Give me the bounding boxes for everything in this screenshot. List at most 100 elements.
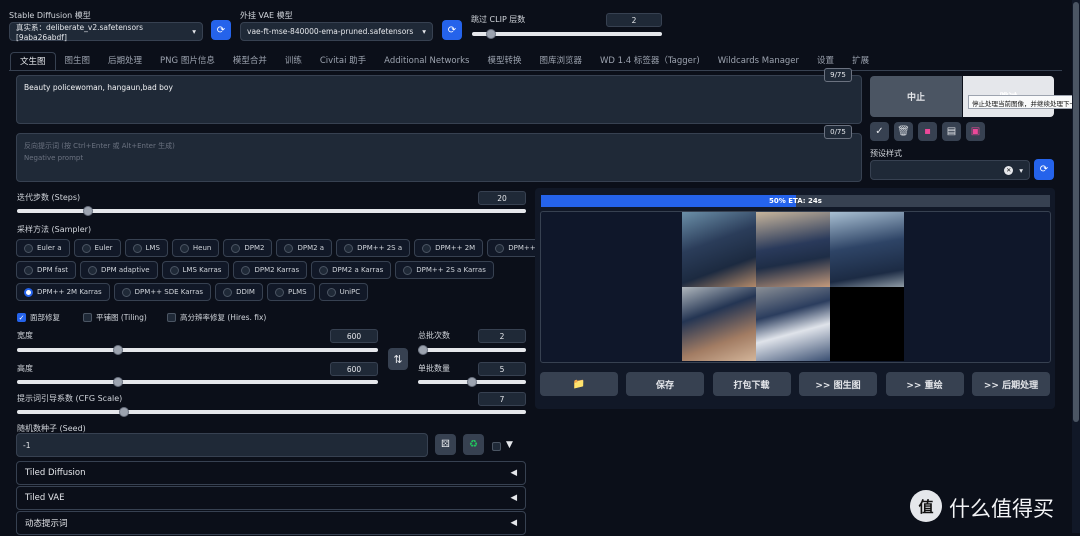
batch-count-input[interactable]: 2	[478, 329, 526, 343]
face-restore-checkbox[interactable]: ✓ 面部修复	[17, 312, 60, 323]
sampler-option[interactable]: Euler a	[16, 239, 70, 257]
sampler-option[interactable]: DPM++ SDE Karras	[113, 283, 212, 301]
output-button-4[interactable]: >> 后期处理	[972, 372, 1050, 396]
preview-grid[interactable]	[682, 212, 904, 361]
cfg-input[interactable]: 7	[478, 392, 526, 406]
slider-thumb[interactable]	[83, 206, 94, 216]
sampler-option[interactable]: DPM++ 2S a	[336, 239, 411, 257]
save-icon[interactable]: ▣	[966, 122, 985, 141]
batch-size-input[interactable]: 5	[478, 362, 526, 376]
tab-1[interactable]: 图生图	[56, 52, 100, 70]
generated-image[interactable]	[830, 212, 904, 287]
scrollbar[interactable]	[1072, 0, 1080, 533]
tab-6[interactable]: Civitai 助手	[311, 52, 375, 70]
trash-icon[interactable]: 🗑	[894, 122, 913, 141]
cfg-slider[interactable]	[17, 407, 526, 417]
width-input[interactable]: 600	[330, 329, 378, 343]
sampler-option[interactable]: Heun	[171, 239, 220, 257]
interrupt-button[interactable]: 中止	[870, 76, 962, 117]
generated-image[interactable]	[756, 212, 830, 287]
seed-input[interactable]: -1	[16, 433, 428, 457]
sampler-option[interactable]: DPM fast	[16, 261, 77, 279]
accordion-2[interactable]: 动态提示词 ◀	[16, 511, 526, 535]
output-button-1[interactable]: 打包下载	[712, 372, 791, 396]
tab-0[interactable]: 文生图	[10, 52, 56, 70]
sampler-option[interactable]: DPM adaptive	[80, 261, 158, 279]
vae-value: vae-ft-mse-840000-ema-pruned.safetensors	[247, 27, 414, 36]
slider-thumb[interactable]	[486, 29, 496, 39]
refresh-model-button[interactable]: ⟳	[211, 20, 231, 40]
slider-thumb[interactable]	[113, 377, 124, 387]
batch-count-label: 总批次数	[418, 331, 450, 340]
recycle-icon[interactable]: ♻	[463, 434, 484, 455]
prompt-textarea[interactable]: Beauty policewoman, hangaun,bad boy	[16, 75, 862, 124]
output-button-0[interactable]: 保存	[626, 372, 704, 396]
batch-size-slider[interactable]	[418, 377, 526, 387]
clip-skip-input[interactable]: 2	[606, 13, 662, 27]
accordion-1[interactable]: Tiled VAE ◀	[16, 486, 526, 510]
tab-10[interactable]: WD 1.4 标签器（Tagger)	[591, 52, 709, 70]
styles-select[interactable]: ✕ ▾	[870, 160, 1030, 180]
card-icon[interactable]: ▪	[918, 122, 937, 141]
output-button-2[interactable]: >> 图生图	[799, 372, 877, 396]
sampler-option[interactable]: DPM2	[223, 239, 273, 257]
tab-3[interactable]: PNG 图片信息	[151, 52, 224, 70]
swap-dimensions-icon[interactable]: ⇅	[388, 348, 408, 370]
refresh-styles-button[interactable]: ⟳	[1034, 159, 1054, 180]
refresh-vae-button[interactable]: ⟳	[442, 20, 462, 40]
sampler-option[interactable]: DPM2 a Karras	[311, 261, 392, 279]
negative-prompt-textarea[interactable]: 反向提示词 (按 Ctrl+Enter 或 Alt+Enter 生成) Nega…	[16, 133, 862, 182]
tab-9[interactable]: 图库浏览器	[530, 52, 591, 70]
sampler-option[interactable]: DPM2 a	[276, 239, 333, 257]
sampler-option[interactable]: LMS Karras	[161, 261, 230, 279]
sampler-option-label: DPM fast	[37, 266, 69, 274]
sampler-option[interactable]: DPM++ 2S a Karras	[395, 261, 494, 279]
sampler-option[interactable]: DPM2 Karras	[233, 261, 308, 279]
tab-5[interactable]: 训练	[276, 52, 311, 70]
clip-skip-slider[interactable]	[472, 29, 662, 39]
sampler-option[interactable]: DPM++ 2M	[414, 239, 484, 257]
cfg-label: 提示词引导系数 (CFG Scale)	[17, 394, 123, 403]
triangle-down-icon[interactable]: ▼	[506, 440, 513, 450]
height-input[interactable]: 600	[330, 362, 378, 376]
vae-select[interactable]: vae-ft-mse-840000-ema-pruned.safetensors…	[240, 22, 433, 41]
slider-thumb[interactable]	[113, 345, 124, 355]
sampler-option[interactable]: DDIM	[215, 283, 263, 301]
tab-11[interactable]: Wildcards Manager	[709, 52, 808, 70]
batch-count-slider[interactable]	[418, 345, 526, 355]
tiling-checkbox[interactable]: 平铺图 (Tiling)	[83, 312, 147, 323]
triangle-left-icon: ◀	[510, 518, 517, 528]
checkmark-icon[interactable]: ✓	[870, 122, 889, 141]
tab-2[interactable]: 后期处理	[99, 52, 151, 70]
tab-7[interactable]: Additional Networks	[375, 52, 478, 70]
height-slider[interactable]	[17, 377, 378, 387]
tab-4[interactable]: 模型合并	[224, 52, 276, 70]
generated-image[interactable]	[682, 286, 756, 361]
steps-slider[interactable]	[17, 206, 526, 216]
slider-thumb[interactable]	[118, 407, 129, 417]
extra-seed-checkbox[interactable]	[492, 442, 501, 451]
accordion-0[interactable]: Tiled Diffusion ◀	[16, 461, 526, 485]
sampler-option[interactable]: Euler	[73, 239, 121, 257]
scrollbar-thumb[interactable]	[1073, 2, 1079, 422]
width-slider[interactable]	[17, 345, 378, 355]
clear-icon[interactable]: ✕	[1004, 165, 1014, 175]
slider-thumb[interactable]	[467, 377, 477, 387]
slider-thumb[interactable]	[418, 345, 428, 355]
tab-8[interactable]: 模型转换	[478, 52, 530, 70]
generated-image[interactable]	[756, 286, 830, 361]
clipboard-icon[interactable]: ▤	[942, 122, 961, 141]
generated-image[interactable]	[682, 212, 756, 287]
radio-dot	[121, 287, 131, 297]
dice-icon[interactable]: ⚄	[435, 434, 456, 455]
open-folder-icon[interactable]: 📁	[540, 372, 618, 396]
sampler-option[interactable]: DPM++ 2M Karras	[16, 283, 110, 301]
sd-model-select[interactable]: 真实系：deliberate_v2.safetensors [9aba26abd…	[9, 22, 203, 42]
sampler-option[interactable]: UniPC	[318, 283, 369, 301]
sampler-option[interactable]: PLMS	[266, 283, 315, 301]
sampler-option[interactable]: LMS	[124, 239, 168, 257]
radio-dot	[88, 265, 98, 275]
hires-checkbox[interactable]: 高分辨率修复 (Hires. fix)	[167, 312, 266, 323]
steps-input[interactable]: 20	[478, 191, 526, 205]
output-button-3[interactable]: >> 重绘	[885, 372, 964, 396]
